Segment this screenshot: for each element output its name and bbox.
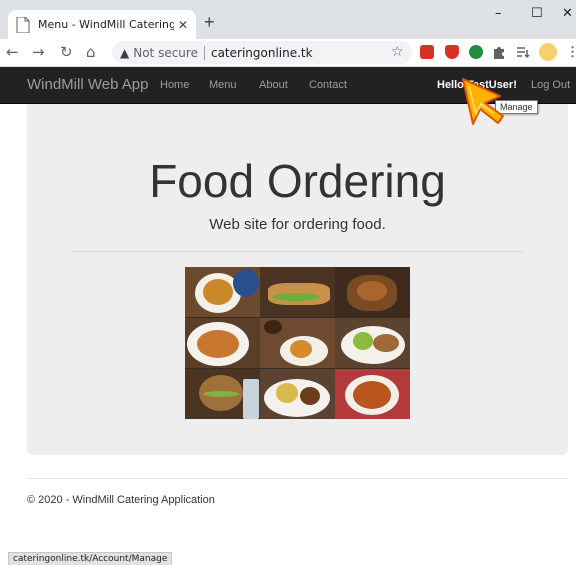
reload-button[interactable]: ↻ <box>60 42 73 62</box>
logout-link[interactable]: Log Out <box>531 79 570 91</box>
shield-extension-icon[interactable] <box>445 45 459 59</box>
food-photo <box>260 318 335 368</box>
reading-list-icon[interactable] <box>516 45 530 59</box>
page-title: Food Ordering <box>149 155 446 207</box>
forward-button[interactable]: → <box>32 42 45 62</box>
status-bar-url: cateringonline.tk/Account/Manage <box>8 552 173 565</box>
puzzle-icon[interactable] <box>492 45 506 59</box>
document-icon <box>16 16 30 33</box>
food-photo <box>260 369 335 419</box>
jumbotron: Food Ordering Web site for ordering food… <box>27 104 568 455</box>
address-bar[interactable]: ▲ Not secure cateringonline.tk <box>112 41 412 64</box>
food-photo <box>185 318 260 368</box>
page-subtitle: Web site for ordering food. <box>209 216 386 233</box>
divider <box>203 45 205 60</box>
food-photo <box>335 369 410 419</box>
new-tab-button[interactable]: + <box>204 12 215 32</box>
minimize-button[interactable]: – <box>495 6 502 21</box>
star-icon[interactable]: ☆ <box>391 42 404 62</box>
brand-link[interactable]: WindMill Web App <box>27 76 148 93</box>
divider <box>72 251 523 252</box>
green-extension-icon[interactable] <box>469 45 483 59</box>
not-secure-label[interactable]: Not secure <box>133 46 198 60</box>
nav-home[interactable]: Home <box>160 79 189 91</box>
nav-contact[interactable]: Contact <box>309 79 347 91</box>
food-photo <box>185 369 260 419</box>
food-image-grid <box>185 267 410 419</box>
browser-tab[interactable]: Menu - WindMill Catering WebA ✕ <box>8 10 196 39</box>
food-photo <box>335 267 410 317</box>
footer-copyright: © 2020 - WindMill Catering Application <box>27 494 215 506</box>
warning-icon[interactable]: ▲ <box>120 46 129 60</box>
url-text[interactable]: cateringonline.tk <box>211 46 313 60</box>
food-photo <box>335 318 410 368</box>
maximize-button[interactable]: ☐ <box>531 6 543 21</box>
home-button[interactable]: ⌂ <box>86 42 96 62</box>
close-window-button[interactable]: ✕ <box>562 6 573 21</box>
back-button[interactable]: ← <box>6 42 19 62</box>
nav-menu[interactable]: Menu <box>209 79 237 91</box>
avatar-icon[interactable] <box>539 43 557 61</box>
food-photo <box>185 267 260 317</box>
browser-tabstrip: Menu - WindMill Catering WebA ✕ + – ☐ ✕ <box>0 0 576 39</box>
food-photo <box>260 267 335 317</box>
tab-close-icon[interactable]: ✕ <box>178 18 188 32</box>
cursor-icon <box>462 78 504 125</box>
extension-icon[interactable] <box>420 45 434 59</box>
menu-icon[interactable]: ⋮ <box>566 44 576 60</box>
footer-divider <box>27 478 568 479</box>
nav-about[interactable]: About <box>259 79 288 91</box>
tab-title: Menu - WindMill Catering WebA <box>38 18 174 31</box>
browser-toolbar: ← → ↻ ⌂ ▲ Not secure cateringonline.tk ☆… <box>0 39 576 67</box>
